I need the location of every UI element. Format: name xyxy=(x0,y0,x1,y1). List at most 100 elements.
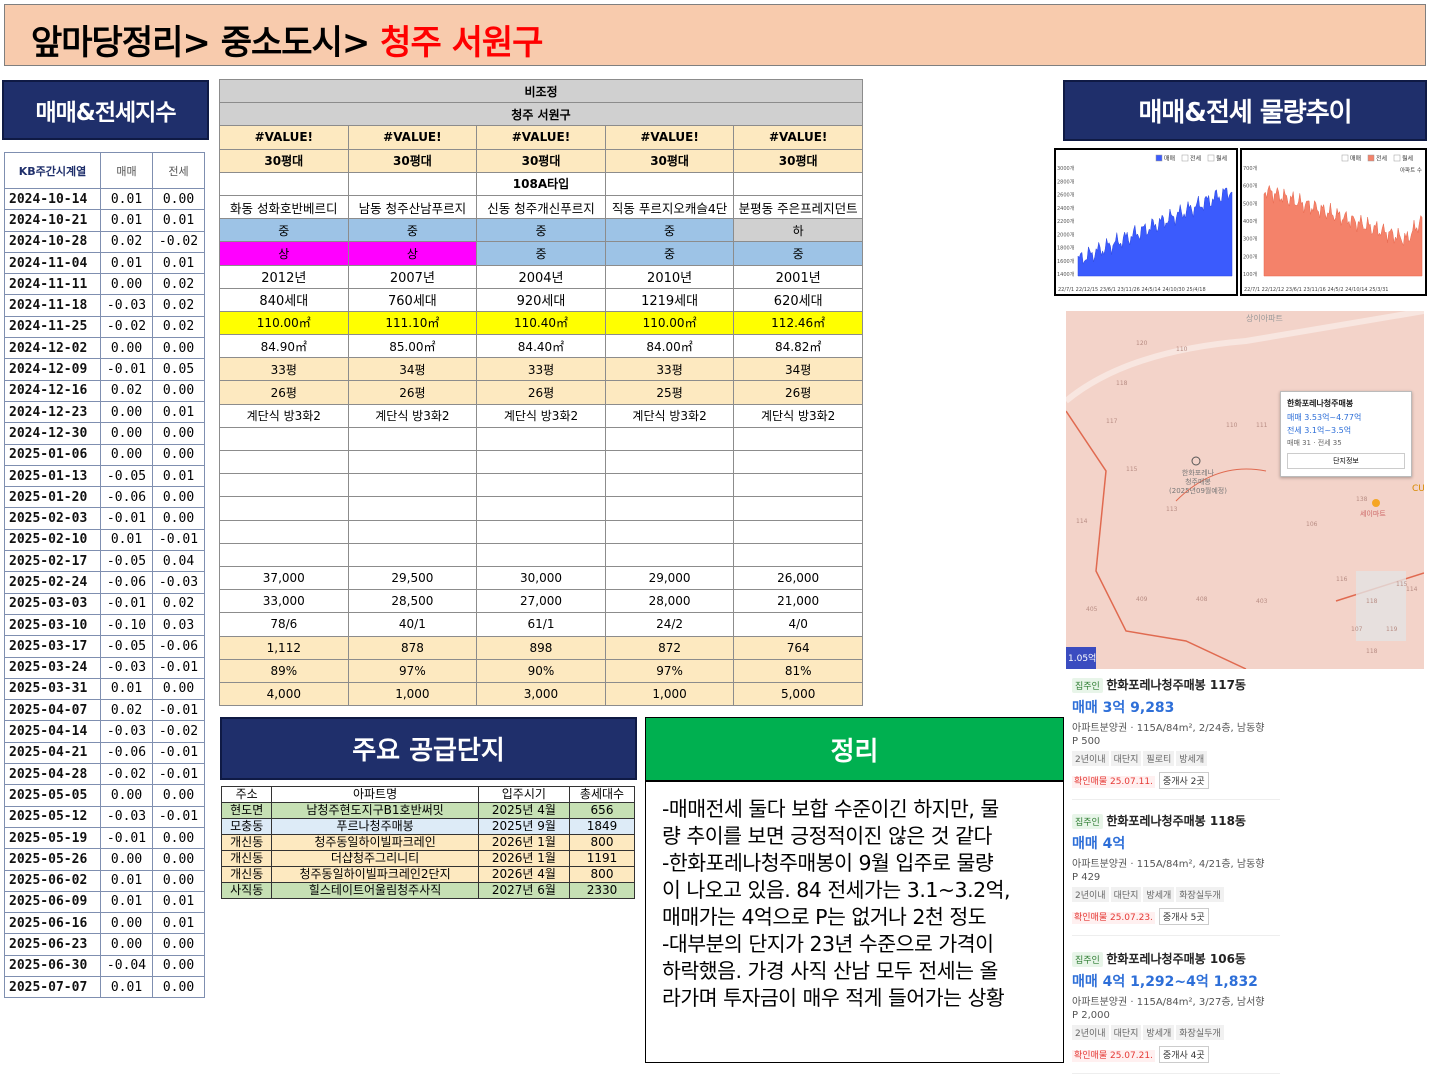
kb-row: 2024-11-18 -0.03 0.02 xyxy=(4,294,205,317)
kb-date: 2025-01-06 xyxy=(4,443,101,466)
main-size-cell: 30평대 xyxy=(476,148,606,173)
listing-premium: P 429 xyxy=(1072,872,1101,883)
kb-sale-value: -0.02 xyxy=(100,315,153,339)
kb-jeonse-value: 0.01 xyxy=(152,912,205,935)
kb-date: 2025-01-13 xyxy=(4,464,101,488)
main-structure-cell: 계단식 방3화2 xyxy=(604,403,735,428)
supply-cell: 개신동 xyxy=(220,834,273,851)
main-sale-cell: 30,000 xyxy=(476,565,606,591)
map-svg: 120 110 118 117 111 115 113 114 106 409 408 403 116 4… xyxy=(1066,311,1424,669)
kb-jeonse-value: 0.00 xyxy=(152,379,205,402)
kb-date: 2025-02-03 xyxy=(4,507,101,530)
main-ex_pyeong-cell: 25평 xyxy=(604,380,735,405)
kb-row: 2024-12-09 -0.01 0.05 xyxy=(4,358,205,381)
map-view[interactable]: 120 110 118 117 111 115 113 114 106 409 408 403 116 4… xyxy=(1066,311,1424,669)
main-empty-cell xyxy=(604,519,735,544)
main-row-count: 1,112 878 898 872 764 xyxy=(219,635,863,660)
y-tick-label: 2800개 xyxy=(1057,178,1075,185)
main-status: 비조정 xyxy=(219,79,863,104)
main-empty-cell xyxy=(347,450,478,475)
kb-date: 2024-11-11 xyxy=(4,273,101,296)
main-empty-cell xyxy=(219,473,349,498)
popup-info-button[interactable]: 단지정보 xyxy=(1287,453,1405,469)
summary-text: -매매전세 둘다 보합 수준이긴 하지만, 물량 추이를 보면 긍정적이진 않은… xyxy=(662,796,1058,1012)
rent-extra-label: 아파트 수 xyxy=(1400,166,1422,174)
kb-index-table: KB주간시계열 매매 전세 2024-10-14 0.01 0.00 2024-10-… xyxy=(4,152,205,999)
kb-jeonse-value: 0.00 xyxy=(152,784,205,807)
kb-row: 2025-05-05 0.00 0.00 xyxy=(4,784,205,807)
main-gap-cell: 1,000 xyxy=(347,681,478,707)
main-jeonse_rate-cell: 89% xyxy=(219,658,349,683)
summary-line: 라가며 투자금이 매우 적게 들어가는 상황 xyxy=(662,986,1005,1010)
kb-jeonse-value: 0.02 xyxy=(152,273,205,296)
main-type-cell xyxy=(347,171,478,196)
supply-cell: 1191 xyxy=(569,850,635,867)
main-households-cell: 620세대 xyxy=(733,287,863,312)
listing-item[interactable]: 집주인 한화포레나청주매봉 106동 매매 4억 1,292~4억 1,832 아파… xyxy=(1072,950,1280,1074)
map-number-label: 118 xyxy=(1116,380,1128,387)
kb-jeonse-value: 0.00 xyxy=(152,443,205,466)
kb-sale-value: -0.06 xyxy=(100,571,153,594)
supply-table: 주소 아파트명 입주시기 총세대수 현도면 남청주현도지구B1호반써밋 2025년 4월 6… xyxy=(220,786,635,899)
agents-dropdown[interactable]: 중개사 5곳 xyxy=(1158,908,1209,925)
kb-row: 2024-10-28 0.02 -0.02 xyxy=(4,230,205,253)
kb-row: 2024-12-30 0.00 0.00 xyxy=(4,422,205,445)
kb-index-header: 매매&전세지수 xyxy=(2,80,209,140)
listing-item[interactable]: 집주인 한화포레나청주매봉 118동 매매 4억 아파트분양권 · 115A/84m… xyxy=(1072,812,1280,936)
kb-sale-value: 0.01 xyxy=(100,209,153,232)
kb-row: 2025-07-07 0.01 0.00 xyxy=(4,975,205,999)
main-ex_pyeong-cell: 26평 xyxy=(476,380,606,405)
main-grade1-cell: 중 xyxy=(476,218,606,243)
main-empty-cell xyxy=(476,473,606,498)
listing-tags: 2년이내 대단지 방세개 화장실두개 xyxy=(1072,1025,1280,1040)
kb-jeonse-value: 0.00 xyxy=(152,826,205,850)
main-row-size: 30평대 30평대 30평대 30평대 30평대 xyxy=(219,148,863,173)
main-row-status: 비조정 xyxy=(219,79,863,104)
main-supply_area-cell: 110.40㎡ xyxy=(476,310,606,336)
agents-dropdown[interactable]: 중개사 4곳 xyxy=(1158,1046,1209,1063)
kb-sale-value: 0.00 xyxy=(100,400,153,424)
kb-row: 2024-11-25 -0.02 0.02 xyxy=(4,315,205,339)
map-popup[interactable]: 한화포레나청주매봉 매매 3.53억~4.77억 전세 3.1억~3.5억 매매… xyxy=(1280,391,1412,477)
supply-col-header: 주소 xyxy=(220,786,273,803)
kb-jeonse-value: 0.00 xyxy=(152,869,205,892)
main-row-year: 2012년 2007년 2004년 2010년 2001년 xyxy=(219,264,863,289)
apartment-marker-label: 한화포레나 청주매봉 (2025년09월예정) xyxy=(1169,469,1227,495)
map-number-label: 409 xyxy=(1136,596,1148,603)
supply-cell: 청주동일하이빌파크레인 xyxy=(271,834,479,851)
listing-bottom-row: 확인매물 25.07.11. 중개사 2곳 xyxy=(1072,772,1280,789)
sale-volume-area xyxy=(1077,187,1233,277)
kb-date: 2024-12-23 xyxy=(4,400,101,424)
title-prefix: 앞마당정리> 중소도시> xyxy=(31,23,381,63)
main-empty-row xyxy=(219,426,863,451)
map-corner-label: 상이아파트 xyxy=(1246,314,1283,323)
kb-sale-value: 0.00 xyxy=(100,337,153,360)
y-tick-label: 2200개 xyxy=(1057,218,1075,225)
kb-sale-value: 0.00 xyxy=(100,933,153,956)
legend-swatch xyxy=(1207,154,1215,162)
main-empty-cell xyxy=(604,473,735,498)
kb-row: 2025-01-20 -0.06 0.00 xyxy=(4,486,205,509)
kb-jeonse-value: 0.00 xyxy=(152,507,205,530)
supply-cell: 청주동일하이빌파크레인2단지 xyxy=(271,866,479,883)
main-row-exclusive_area: 84.90㎡ 85.00㎡ 84.40㎡ 84.00㎡ 84.82㎡ xyxy=(219,334,863,359)
main-row-jeonse: 33,000 28,500 27,000 28,000 21,000 xyxy=(219,589,863,614)
map-store-label: 세이마트 xyxy=(1360,510,1386,518)
y-tick-label: 3000개 xyxy=(1057,165,1075,172)
legend-label: 월세 xyxy=(1402,155,1413,163)
kb-date: 2024-11-18 xyxy=(4,294,101,317)
map-number-label: 118 xyxy=(1366,598,1378,605)
kb-date: 2025-04-21 xyxy=(4,741,101,765)
main-gap-cell: 5,000 xyxy=(733,681,863,707)
store-marker-icon xyxy=(1372,499,1380,507)
listing-item[interactable]: 집주인 한화포레나청주매봉 117동 매매 3억 9,283 아파트분양권 · 11… xyxy=(1072,676,1280,800)
agents-dropdown[interactable]: 중개사 2곳 xyxy=(1158,772,1209,789)
main-empty-cell xyxy=(733,450,863,475)
main-sale-cell: 29,000 xyxy=(604,565,735,591)
supply-cell: 2025년 4월 xyxy=(477,802,571,819)
main-empty-cell xyxy=(347,496,478,521)
kb-sale-value: 0.01 xyxy=(100,869,153,892)
kb-row: 2025-05-19 -0.01 0.00 xyxy=(4,826,205,850)
kb-sale-value: 0.02 xyxy=(100,230,153,253)
main-type-cell xyxy=(733,171,863,196)
